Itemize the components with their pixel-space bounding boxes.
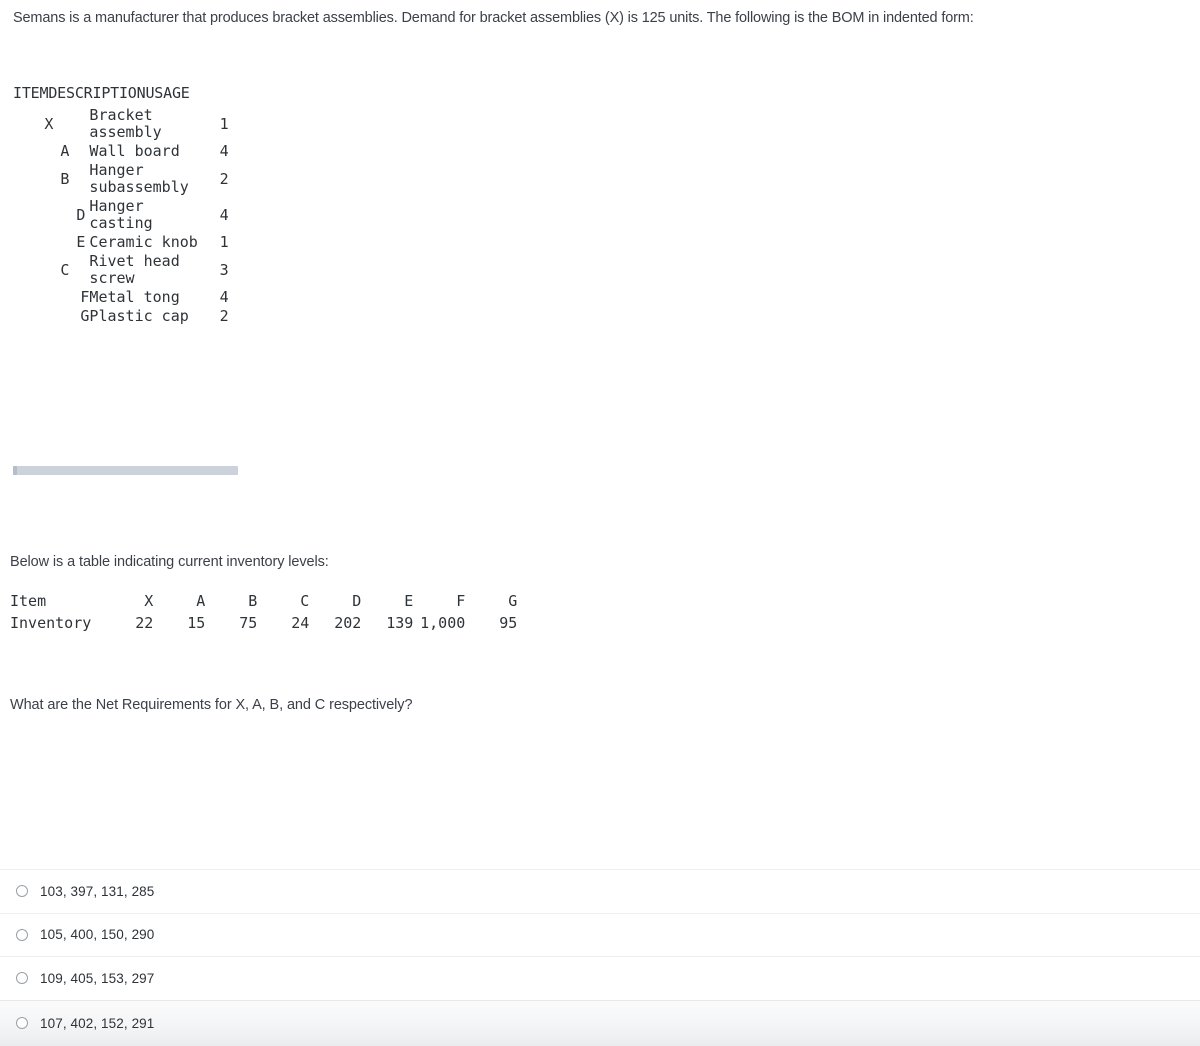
table-row: X Bracket assembly 1 — [13, 106, 239, 142]
inventory-item-d: D — [352, 592, 362, 610]
bom-header-row: ITEMDESCRIPTIONUSAGE — [13, 84, 239, 106]
inventory-level-d: 202 — [334, 614, 362, 632]
bom-item-code: E — [76, 233, 86, 251]
inventory-intro-text: Below is a table indicating current inve… — [10, 554, 329, 570]
scrollbar-thumb[interactable] — [13, 466, 17, 475]
bom-header-cells: ITEMDESCRIPTIONUSAGE — [13, 84, 239, 106]
bom-item-code: G — [80, 307, 90, 325]
inventory-level-f: 1,000 — [420, 614, 466, 632]
table-row: D Hanger casting 4 — [13, 197, 239, 233]
inventory-level-g: 95 — [499, 614, 518, 632]
inventory-header-row: Item X A B C D E F G — [10, 590, 517, 612]
radio-button-icon[interactable] — [16, 972, 28, 985]
answer-option-4[interactable]: 107, 402, 152, 291 — [0, 999, 1200, 1046]
table-row: E Ceramic knob 1 — [13, 233, 239, 252]
bom-item-code: C — [60, 260, 70, 279]
inventory-level-a: 15 — [187, 614, 206, 632]
inventory-item-c: C — [300, 592, 310, 610]
bom-item-usage: 1 — [219, 233, 229, 251]
inventory-item-a: A — [196, 592, 206, 610]
bom-header-usage: USAGE — [145, 84, 190, 102]
answer-option-label: 105, 400, 150, 290 — [40, 927, 155, 943]
inventory-item-e: E — [404, 592, 414, 610]
answer-option-label: 107, 402, 152, 291 — [40, 1015, 155, 1031]
inventory-values-row: Inventory 22 15 75 24 202 139 1,000 95 — [10, 612, 517, 634]
answer-options-list: 103, 397, 131, 285 105, 400, 150, 290 10… — [0, 869, 1200, 1046]
bom-item-description: Hanger casting — [89, 197, 153, 232]
inventory-level-c: 24 — [291, 614, 310, 632]
table-row: F Metal tong 4 — [13, 288, 239, 307]
radio-button-icon[interactable] — [16, 885, 28, 898]
bom-item-description: Ceramic knob — [89, 233, 198, 251]
radio-button-icon[interactable] — [16, 1017, 28, 1029]
bom-item-usage: 1 — [219, 114, 229, 133]
answer-option-label: 109, 405, 153, 297 — [40, 970, 155, 986]
inventory-item-f: F — [456, 592, 466, 610]
table-row: C Rivet head screw 3 — [13, 252, 239, 288]
bom-header-description: DESCRIPTION — [48, 84, 146, 102]
bom-header-item: ITEM — [13, 84, 49, 102]
radio-button-icon[interactable] — [16, 928, 28, 941]
bom-item-description: Metal tong — [89, 288, 180, 306]
inventory-level-b: 75 — [239, 614, 258, 632]
question-text: What are the Net Requirements for X, A, … — [10, 697, 413, 713]
bom-table: ITEMDESCRIPTIONUSAGE X Bracket assembly … — [13, 84, 239, 326]
bom-item-description: Wall board — [89, 142, 180, 160]
table-row: A Wall board 4 — [13, 142, 239, 161]
answer-option-2[interactable]: 105, 400, 150, 290 — [0, 912, 1200, 956]
answer-option-label: 103, 397, 131, 285 — [40, 883, 155, 899]
inventory-item-x: X — [144, 592, 154, 610]
answer-option-3[interactable]: 109, 405, 153, 297 — [0, 956, 1200, 1000]
inventory-item-g: G — [508, 592, 518, 610]
bom-table-container: ITEMDESCRIPTIONUSAGE X Bracket assembly … — [13, 84, 239, 326]
bom-item-description: Hanger subassembly — [89, 161, 189, 196]
bom-item-description: Plastic cap — [89, 307, 189, 325]
bom-item-usage: 4 — [219, 288, 229, 306]
bom-item-code: D — [76, 205, 86, 224]
bom-item-usage: 4 — [219, 142, 229, 160]
inventory-level-e: 139 — [386, 614, 414, 632]
inventory-row-label: Item — [10, 592, 47, 610]
inventory-row-label: Inventory — [10, 614, 92, 632]
problem-intro-text: Semans is a manufacturer that produces b… — [13, 10, 974, 26]
inventory-table: Item X A B C D E F G Inventory 22 15 75 … — [10, 590, 517, 634]
inventory-level-x: 22 — [135, 614, 154, 632]
bom-item-usage: 4 — [219, 205, 229, 224]
answer-option-1[interactable]: 103, 397, 131, 285 — [0, 869, 1200, 913]
bom-item-usage: 3 — [219, 260, 229, 279]
bom-body: X Bracket assembly 1 A Wall board 4 B Ha… — [13, 106, 239, 326]
bom-item-code: A — [60, 142, 70, 160]
horizontal-scrollbar[interactable] — [13, 466, 238, 475]
bom-item-description: Bracket assembly — [89, 106, 162, 141]
table-row: B Hanger subassembly 2 — [13, 161, 239, 197]
inventory-item-b: B — [248, 592, 258, 610]
bom-item-usage: 2 — [219, 307, 229, 325]
bom-item-code: X — [44, 114, 54, 133]
bom-item-code: F — [80, 288, 90, 306]
bom-item-code: B — [60, 169, 70, 188]
bom-item-usage: 2 — [219, 169, 229, 188]
bom-item-description: Rivet head screw — [89, 252, 180, 287]
table-row: G Plastic cap 2 — [13, 307, 239, 326]
